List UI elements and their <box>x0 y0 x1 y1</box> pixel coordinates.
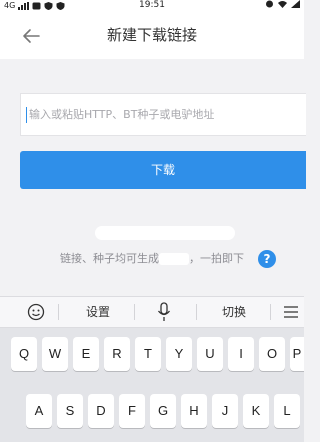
emoji-button[interactable] <box>22 297 50 327</box>
key-k[interactable]: K <box>243 394 269 428</box>
toolbar-divider <box>270 304 271 320</box>
key-y[interactable]: Y <box>166 337 192 371</box>
key-d[interactable]: D <box>88 394 114 428</box>
download-button[interactable]: 下载 <box>20 151 306 189</box>
status-right <box>265 0 300 8</box>
key-q[interactable]: Q <box>11 337 37 371</box>
microphone-icon <box>157 302 171 321</box>
keyboard-menu-button[interactable] <box>280 297 302 327</box>
key-f[interactable]: F <box>119 394 145 428</box>
key-r[interactable]: R <box>104 337 130 371</box>
key-p[interactable]: P <box>290 337 304 371</box>
settings-button[interactable]: 设置 <box>70 297 126 327</box>
switch-button[interactable]: 切换 <box>206 297 262 327</box>
key-u[interactable]: U <box>197 337 223 371</box>
key-t[interactable]: T <box>135 337 161 371</box>
text-caret <box>26 107 27 123</box>
status-bar: 4G 19:51 <box>0 0 304 11</box>
keyboard-toolbar: 设置 切换 <box>0 296 304 328</box>
key-j[interactable]: J <box>212 394 238 428</box>
obscured-text <box>159 253 189 265</box>
key-g[interactable]: G <box>150 394 176 428</box>
emoji-icon <box>27 303 45 321</box>
toolbar-divider <box>134 304 135 320</box>
page-title: 新建下载链接 <box>106 26 197 44</box>
key-i[interactable]: I <box>228 337 254 371</box>
key-h[interactable]: H <box>181 394 207 428</box>
obscured-text <box>95 226 235 240</box>
arrow-left-icon <box>23 29 40 43</box>
url-input[interactable] <box>29 94 299 135</box>
back-button[interactable] <box>18 23 44 49</box>
key-s[interactable]: S <box>57 394 83 428</box>
key-w[interactable]: W <box>42 337 68 371</box>
header: 新建下载链接 <box>0 11 304 59</box>
cellular-icon <box>291 0 300 8</box>
tip-text-after: ，一拍即下 <box>189 252 244 265</box>
toolbar-divider <box>196 304 197 320</box>
toolbar-divider <box>58 304 59 320</box>
key-l[interactable]: L <box>274 394 300 428</box>
keyboard-menu-icon <box>284 306 298 318</box>
alarm-icon <box>266 0 273 8</box>
question-icon[interactable]: ? <box>258 250 276 268</box>
wifi-icon <box>278 1 287 8</box>
status-time: 19:51 <box>139 0 165 10</box>
key-a[interactable]: A <box>26 394 52 428</box>
key-e[interactable]: E <box>73 337 99 371</box>
keyboard: Q W E R T Y U I O P A S D F G H J K L <box>0 328 304 442</box>
microphone-button[interactable] <box>150 297 178 327</box>
tip-text-before: 链接、种子均可生成 <box>60 252 159 265</box>
key-o[interactable]: O <box>259 337 285 371</box>
url-input-container[interactable] <box>20 93 306 136</box>
